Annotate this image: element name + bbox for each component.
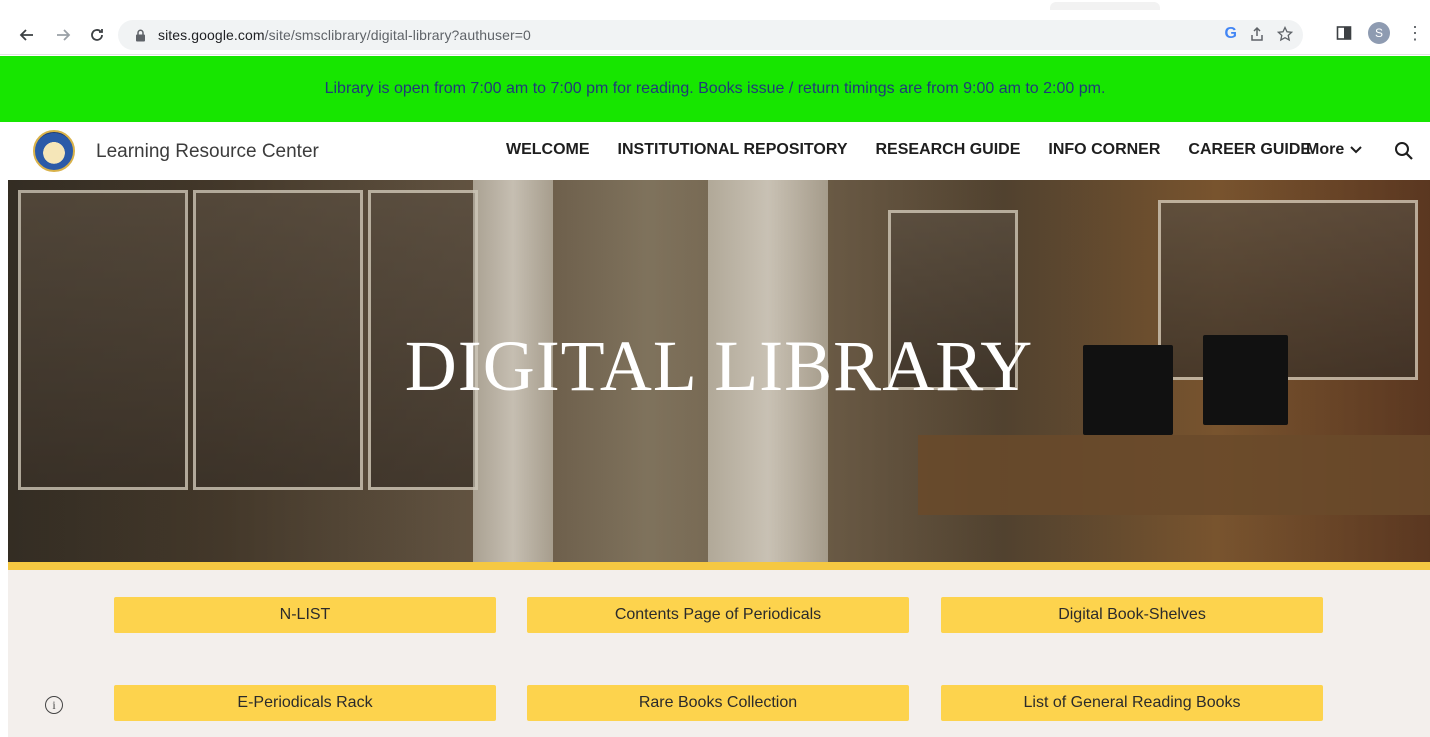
hero-desk: [918, 435, 1430, 515]
site-title[interactable]: Learning Resource Center: [96, 141, 319, 163]
share-icon[interactable]: [1249, 26, 1265, 42]
more-vert-icon[interactable]: ⋮: [1406, 23, 1424, 44]
tile-n-list[interactable]: N-LIST: [114, 597, 496, 633]
url-host: sites.google.com: [158, 27, 265, 43]
announcement-text: Library is open from 7:00 am to 7:00 pm …: [324, 80, 1106, 97]
page: sites.google.com/site/smsclibrary/digita…: [0, 0, 1430, 737]
back-icon: [19, 29, 33, 41]
info-icon[interactable]: i: [45, 696, 63, 714]
site-logo[interactable]: [33, 130, 75, 172]
main-navigation: WELCOME INSTITUTIONAL REPOSITORY RESEARC…: [506, 141, 1339, 159]
side-panel-icon[interactable]: [1336, 25, 1352, 41]
reload-icon: [91, 29, 103, 41]
nav-more[interactable]: More: [1306, 141, 1362, 159]
tile-e-periodicals-rack[interactable]: E-Periodicals Rack: [114, 685, 496, 721]
browser-toolbar: sites.google.com/site/smsclibrary/digita…: [0, 0, 1430, 55]
nav-career-guide[interactable]: CAREER GUIDE: [1188, 141, 1311, 159]
tile-contents-page-of-periodicals[interactable]: Contents Page of Periodicals: [527, 597, 909, 633]
hero-title: DIGITAL LIBRARY: [404, 326, 1034, 406]
announcement-banner: Library is open from 7:00 am to 7:00 pm …: [0, 56, 1430, 122]
lock-icon: [132, 27, 148, 43]
url-path: /site/smsclibrary/digital-library?authus…: [264, 27, 531, 43]
search-icon[interactable]: [1393, 140, 1415, 162]
forward-icon: [57, 29, 71, 41]
browser-actions: S ⋮: [1336, 22, 1424, 44]
profile-avatar[interactable]: S: [1368, 22, 1390, 44]
google-lens-icon[interactable]: G: [1225, 25, 1237, 43]
address-bar[interactable]: sites.google.com/site/smsclibrary/digita…: [118, 20, 1303, 50]
site-header: Learning Resource Center WELCOME INSTITU…: [0, 122, 1430, 180]
omnibox-actions: G: [1225, 25, 1293, 43]
tile-rare-books-collection[interactable]: Rare Books Collection: [527, 685, 909, 721]
hero-banner: DIGITAL LIBRARY: [8, 180, 1430, 562]
tile-digital-book-shelves[interactable]: Digital Book-Shelves: [941, 597, 1323, 633]
chevron-down-icon: [1350, 146, 1362, 154]
nav-more-label: More: [1306, 141, 1345, 158]
nav-research-guide[interactable]: RESEARCH GUIDE: [876, 141, 1021, 159]
forward-button[interactable]: [50, 22, 76, 48]
nav-info-corner[interactable]: INFO CORNER: [1048, 141, 1160, 159]
tile-list-of-general-reading-books[interactable]: List of General Reading Books: [941, 685, 1323, 721]
nav-welcome[interactable]: WELCOME: [506, 141, 590, 159]
reload-button[interactable]: [84, 22, 110, 48]
accent-strip: [8, 562, 1430, 570]
star-icon[interactable]: [1277, 26, 1293, 42]
content-section: N-LIST Contents Page of Periodicals Digi…: [8, 570, 1430, 737]
tab-strip: [1050, 2, 1160, 10]
back-button[interactable]: [14, 22, 40, 48]
nav-institutional-repository[interactable]: INSTITUTIONAL REPOSITORY: [618, 141, 848, 159]
